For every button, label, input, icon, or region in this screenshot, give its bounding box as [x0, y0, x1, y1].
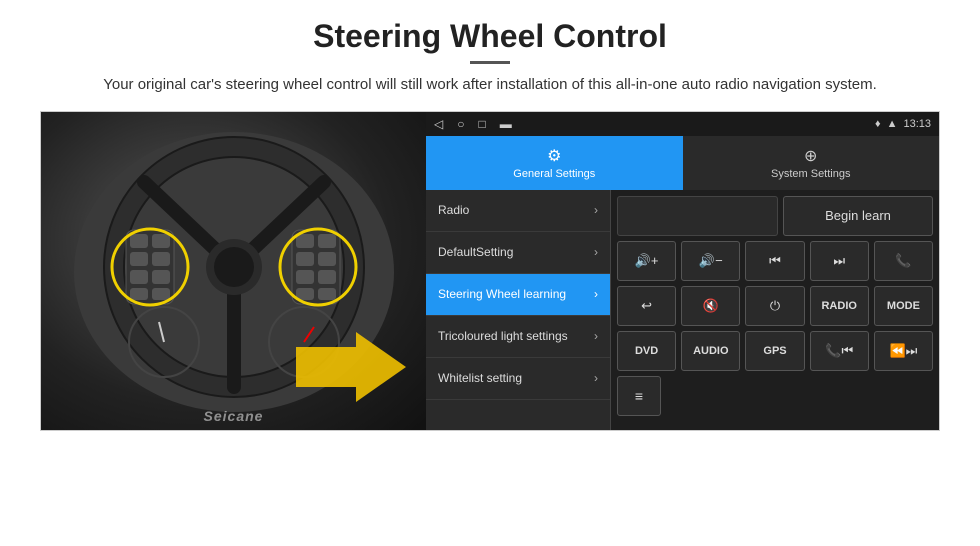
system-settings-icon: ⊕ [804, 146, 817, 166]
begin-learn-button[interactable]: Begin learn [783, 196, 933, 236]
signal-icon: ♦ [875, 118, 881, 130]
tab-system[interactable]: ⊕ System Settings [683, 136, 940, 190]
menu-item-default[interactable]: DefaultSetting › [426, 232, 610, 274]
controls-row-3: DVD AUDIO GPS 📞⏮ ⏪⏭ [617, 331, 933, 371]
dvd-button[interactable]: DVD [617, 331, 676, 371]
empty-input-box [617, 196, 778, 236]
menu-item-whitelist[interactable]: Whitelist setting › [426, 358, 610, 400]
nav-buttons: ◁ ○ □ ▬ [434, 117, 512, 131]
clock: 13:13 [903, 118, 931, 130]
chevron-icon: › [594, 245, 598, 259]
main-content-area: Seicane ◁ ○ □ ▬ ♦ ▲ 13:13 [40, 111, 940, 431]
top-row: Begin learn [617, 196, 933, 236]
mute-icon: 🔇 [703, 298, 719, 314]
call-icon: 📞 [895, 253, 911, 269]
controls-row-2: ↩ 🔇 ⏻ RADIO MODE [617, 286, 933, 326]
power-button[interactable]: ⏻ [745, 286, 804, 326]
settings-main: Radio › DefaultSetting › Steering Wheel … [426, 190, 939, 430]
menu-item-tricoloured[interactable]: Tricoloured light settings › [426, 316, 610, 358]
audio-label: AUDIO [693, 345, 728, 357]
call-prev-button[interactable]: 📞⏮ [810, 331, 869, 371]
status-right: ♦ ▲ 13:13 [875, 118, 931, 130]
chevron-icon: › [594, 329, 598, 343]
audio-button[interactable]: AUDIO [681, 331, 740, 371]
power-icon: ⏻ [770, 298, 780, 314]
menu-item-steering-label: Steering Wheel learning [438, 287, 566, 301]
rew-ff-button[interactable]: ⏪⏭ [874, 331, 933, 371]
rew-ff-icon: ⏪⏭ [889, 343, 917, 359]
menu-item-tricoloured-label: Tricoloured light settings [438, 329, 568, 343]
dvd-label: DVD [635, 345, 658, 357]
radio-button[interactable]: RADIO [810, 286, 869, 326]
menu-item-radio[interactable]: Radio › [426, 190, 610, 232]
gps-button[interactable]: GPS [745, 331, 804, 371]
title-divider [470, 61, 510, 64]
menu-item-radio-label: Radio [438, 203, 469, 217]
prev-track-button[interactable]: ⏮ [745, 241, 804, 281]
chevron-icon: › [594, 287, 598, 301]
mute-button[interactable]: 🔇 [681, 286, 740, 326]
menu-item-default-label: DefaultSetting [438, 245, 513, 259]
next-track-icon: ⏭ [833, 253, 845, 269]
next-track-button[interactable]: ⏭ [810, 241, 869, 281]
arrow-icon [296, 332, 406, 402]
steering-wheel-panel: Seicane [41, 112, 426, 431]
back-button[interactable]: ↩ [617, 286, 676, 326]
vol-up-button[interactable]: 🔊+ [617, 241, 676, 281]
menu-nav-icon[interactable]: ▬ [500, 117, 512, 131]
recent-nav-icon[interactable]: □ [478, 117, 485, 131]
vol-down-icon: 🔊− [699, 253, 723, 269]
back-icon: ↩ [641, 298, 652, 314]
page-subtitle: Your original car's steering wheel contr… [40, 74, 940, 97]
controls-row-1: 🔊+ 🔊− ⏮ ⏭ 📞 [617, 241, 933, 281]
wifi-icon: ▲ [887, 118, 898, 130]
watermark-text: Seicane [204, 408, 264, 424]
content-panel: Begin learn 🔊+ 🔊− ⏮ [611, 190, 939, 430]
menu-item-steering[interactable]: Steering Wheel learning › [426, 274, 610, 316]
chevron-icon: › [594, 203, 598, 217]
menu-list-icon: ≡ [635, 388, 643, 404]
home-nav-icon[interactable]: ○ [457, 117, 464, 131]
chevron-icon: › [594, 371, 598, 385]
tab-system-label: System Settings [771, 168, 850, 180]
tab-general-label: General Settings [513, 168, 595, 180]
menu-item-whitelist-label: Whitelist setting [438, 371, 522, 385]
settings-tabs: ⚙ General Settings ⊕ System Settings [426, 136, 939, 190]
gps-label: GPS [763, 345, 786, 357]
status-bar: ◁ ○ □ ▬ ♦ ▲ 13:13 [426, 112, 939, 136]
mode-label: MODE [887, 300, 920, 312]
menu-icon-button[interactable]: ≡ [617, 376, 661, 416]
android-ui-panel: ◁ ○ □ ▬ ♦ ▲ 13:13 ⚙ General Settings [426, 112, 939, 430]
vol-up-icon: 🔊+ [635, 253, 659, 269]
vol-down-button[interactable]: 🔊− [681, 241, 740, 281]
page-title: Steering Wheel Control [40, 18, 940, 55]
radio-label: RADIO [821, 300, 856, 312]
controls-row-4: ≡ [617, 376, 933, 416]
prev-track-icon: ⏮ [769, 253, 781, 269]
menu-list: Radio › DefaultSetting › Steering Wheel … [426, 190, 611, 430]
call-button[interactable]: 📞 [874, 241, 933, 281]
steering-wheel-bg: Seicane [41, 112, 426, 431]
call-prev-icon: 📞⏮ [825, 343, 853, 359]
back-nav-icon[interactable]: ◁ [434, 117, 443, 131]
tab-general[interactable]: ⚙ General Settings [426, 136, 683, 190]
general-settings-icon: ⚙ [547, 146, 561, 166]
mode-button[interactable]: MODE [874, 286, 933, 326]
